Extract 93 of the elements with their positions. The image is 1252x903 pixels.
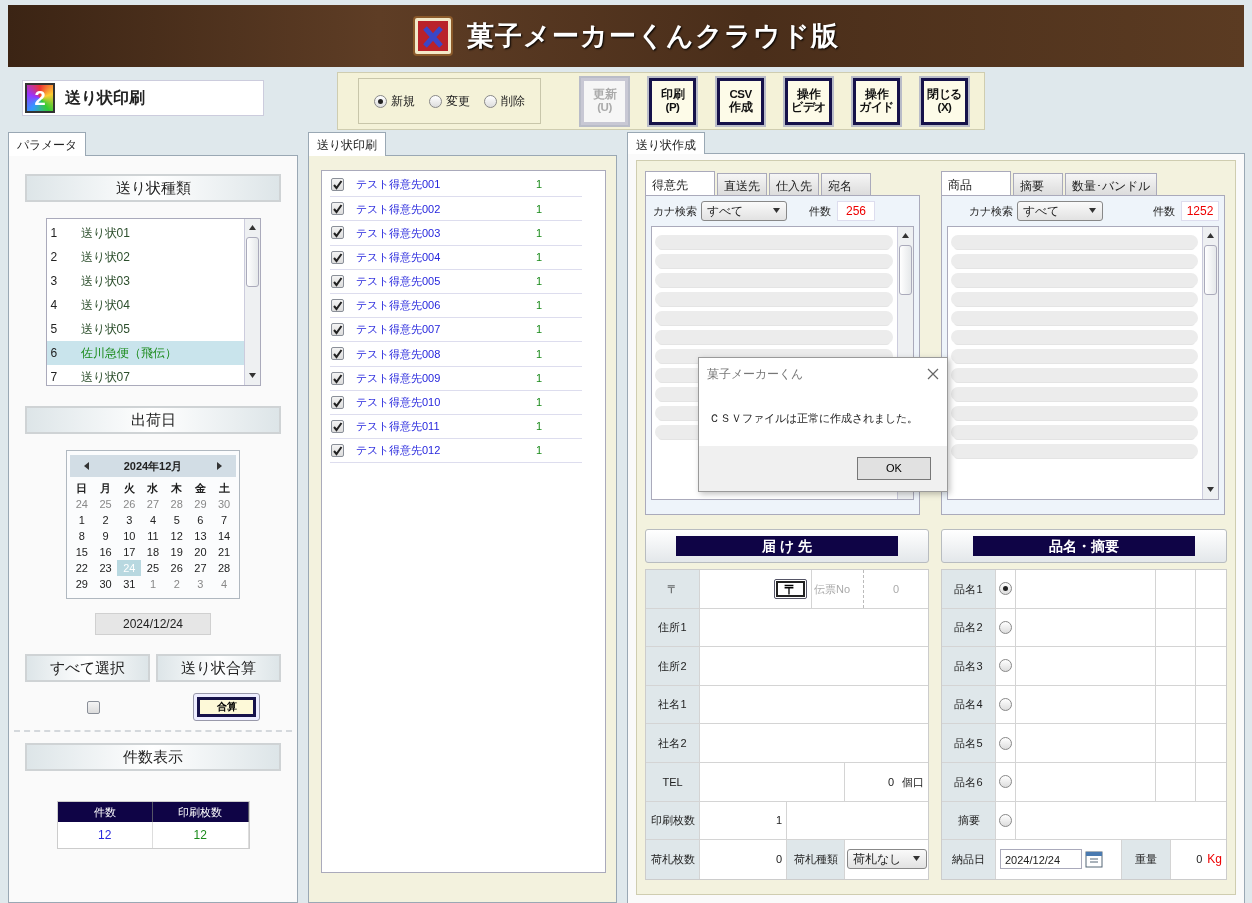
dropdown-value: 荷札なし	[853, 851, 901, 869]
customer-name: テスト得意先003	[356, 225, 442, 241]
date-display: 2024/12/24	[95, 613, 211, 635]
print-count: 1	[536, 346, 543, 362]
customer-name: テスト得意先011	[356, 419, 441, 435]
customer-name: テスト得意先012	[356, 443, 442, 459]
weekday-label: 水	[146, 481, 160, 496]
customer-name: テスト得意先001	[356, 177, 442, 193]
weekday-label: 金	[193, 481, 207, 496]
item-number: 2	[50, 249, 59, 266]
customer-name: テスト得意先004	[356, 249, 442, 265]
weight-value: 0	[1196, 852, 1203, 868]
field-label: 伝票No	[812, 570, 864, 608]
item-number: 7	[50, 369, 59, 386]
section-title: 品名・摘要	[973, 536, 1195, 556]
section-title: 届 け 先	[676, 536, 898, 556]
search-label: カナ検索	[653, 203, 697, 219]
weekday-label: 火	[122, 481, 136, 496]
field-label: 品名3	[942, 647, 996, 685]
customer-name: テスト得意先006	[356, 298, 442, 314]
section-header: 件数表示	[25, 743, 281, 771]
item-name: 送り状04	[80, 297, 130, 314]
item-name: 佐川急便（飛伝）	[80, 345, 177, 362]
count-label: 件数	[809, 203, 831, 219]
print-count: 1	[536, 443, 543, 459]
print-count: 1	[536, 419, 543, 435]
item-number: 5	[50, 321, 59, 338]
section-header: 出荷日	[25, 406, 281, 434]
item-number: 4	[50, 297, 59, 314]
print-count: 1	[536, 274, 543, 290]
unit-label: 個口	[902, 774, 924, 790]
field-label: 納品日	[942, 840, 996, 879]
customer-name: テスト得意先008	[356, 346, 442, 362]
weekday-label: 土	[217, 481, 231, 496]
field-label: TEL	[646, 762, 700, 801]
field-label: 荷札種類	[787, 840, 845, 879]
field-label: 重量	[1122, 840, 1171, 879]
customer-name: テスト得意先002	[356, 201, 442, 217]
item-number: 6	[50, 345, 59, 362]
table-cell: 12	[153, 822, 249, 848]
count-label: 件数	[1153, 203, 1175, 219]
field-label: 住所2	[646, 647, 700, 685]
field-label: 品名5	[942, 724, 996, 762]
field-label: 品名6	[942, 762, 996, 801]
customer-name: テスト得意先009	[356, 370, 442, 386]
customer-name: テスト得意先005	[356, 274, 442, 290]
weekday-label: 木	[170, 481, 184, 496]
print-count: 1	[536, 322, 543, 338]
dialog-title: 菓子メーカーくん	[707, 366, 803, 383]
field-label: 住所1	[646, 608, 700, 647]
print-count: 1	[536, 298, 543, 314]
item-name: 送り状07	[80, 369, 130, 386]
field-label: 品名2	[942, 608, 996, 647]
field-label: 摘要	[942, 801, 996, 840]
field-label: 社名2	[646, 724, 700, 762]
field-label: 品名4	[942, 685, 996, 724]
field-label: 荷札枚数	[646, 840, 700, 879]
weekday-label: 日	[75, 481, 89, 496]
customer-name: テスト得意先007	[356, 322, 442, 338]
print-count: 1	[536, 249, 543, 265]
calendar-month: 2024年12月	[123, 458, 183, 474]
screen-title: 送り状印刷	[65, 88, 145, 108]
section-header: 送り状種類	[25, 174, 281, 202]
item-name: 送り状05	[80, 321, 130, 338]
field-label: 社名1	[646, 685, 700, 724]
item-name: 送り状03	[80, 273, 130, 290]
weekday-label: 月	[99, 481, 113, 496]
dropdown-value: すべて	[1023, 203, 1059, 220]
count-value: 256	[837, 201, 875, 221]
field-label: 印刷枚数	[646, 801, 700, 840]
print-count: 1	[536, 177, 543, 193]
item-number: 1	[50, 225, 59, 242]
print-count: 1	[536, 225, 543, 241]
parcel-count: 0	[887, 774, 894, 790]
print-count: 1	[536, 370, 543, 386]
print-count: 1	[536, 395, 543, 411]
screen-number-icon: 2	[25, 83, 55, 113]
column-header: 印刷枚数	[153, 802, 249, 822]
item-name: 送り状01	[80, 225, 130, 242]
item-number: 3	[50, 273, 59, 290]
table-cell: 12	[57, 822, 153, 848]
unit-label: Kg	[1207, 851, 1222, 869]
print-count: 1	[536, 201, 543, 217]
dropdown-value: すべて	[707, 203, 743, 220]
count-value: 1252	[1181, 201, 1219, 221]
search-label: カナ検索	[969, 203, 1013, 219]
field-label: 品名1	[942, 570, 996, 608]
app-title: 菓子メーカーくんクラウド版	[467, 19, 839, 53]
column-header: 件数	[57, 802, 153, 822]
customer-name: テスト得意先010	[356, 395, 442, 411]
item-name: 送り状02	[80, 249, 130, 266]
dialog-message: ＣＳＶファイルは正常に作成されました。	[708, 411, 919, 426]
field-label: 〒	[646, 570, 700, 608]
